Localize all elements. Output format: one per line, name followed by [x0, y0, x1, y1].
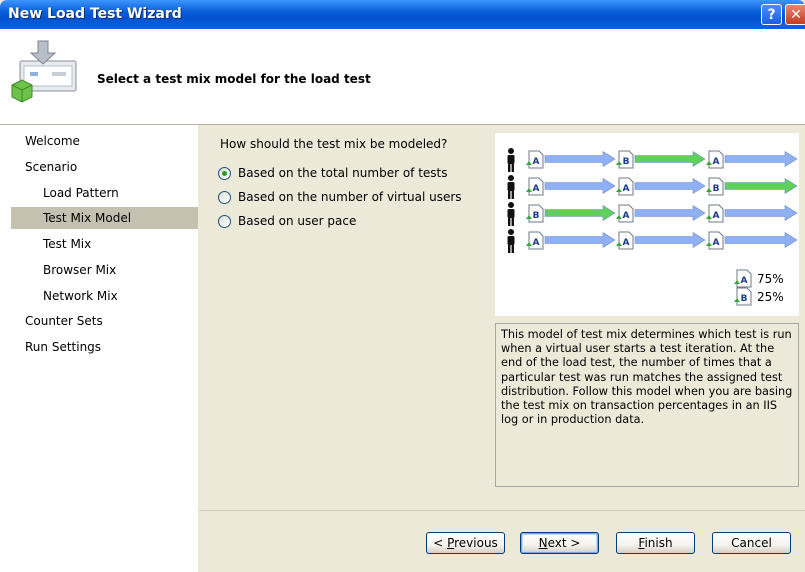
- sidebar-item-label: Counter Sets: [25, 314, 103, 328]
- test-letter: B: [623, 157, 630, 167]
- test-document-icon: A: [526, 150, 544, 169]
- page-title: Select a test mix model for the load tes…: [97, 72, 371, 86]
- finish-label: inish: [644, 536, 673, 550]
- legend-percent: 25%: [757, 290, 784, 304]
- blue-arrow: [634, 231, 706, 249]
- sidebar-item-network-mix[interactable]: Network Mix: [43, 285, 198, 307]
- virtual-user-icon: [507, 202, 515, 226]
- test-letter: A: [741, 276, 748, 286]
- title-bar[interactable]: New Load Test Wizard ? ✕: [0, 0, 805, 29]
- previous-label: revious: [454, 536, 498, 550]
- virtual-user-icon: [507, 148, 515, 172]
- sidebar-item-label: Welcome: [25, 134, 80, 148]
- test-letter: A: [533, 184, 540, 194]
- footer-divider: [199, 510, 805, 511]
- sidebar-item-test-mix-model[interactable]: Test Mix Model: [11, 207, 198, 229]
- sidebar-item-browser-mix[interactable]: Browser Mix: [43, 259, 198, 281]
- green-arrow: [544, 204, 616, 222]
- green-arrow: [634, 150, 706, 168]
- blue-arrow: [544, 177, 616, 195]
- test-letter: B: [713, 184, 720, 194]
- cancel-button[interactable]: Cancel: [712, 532, 791, 554]
- close-button[interactable]: ✕: [785, 4, 805, 25]
- sidebar-item-load-pattern[interactable]: Load Pattern: [43, 182, 198, 204]
- test-document-icon: A: [706, 231, 724, 250]
- sidebar-item-run-settings[interactable]: Run Settings: [25, 336, 198, 358]
- option-virtual-users[interactable]: Based on the number of virtual users: [218, 188, 462, 206]
- test-document-icon: A: [616, 177, 634, 196]
- test-mix-diagram: A B AA A BB A AA A AA 75%B 25%: [495, 133, 799, 316]
- test-letter: A: [713, 211, 720, 221]
- radio-button-checked[interactable]: [218, 166, 231, 180]
- sidebar-item-label: Test Mix: [43, 237, 92, 251]
- next-label: ext >: [547, 536, 581, 550]
- virtual-user-icon: [507, 229, 515, 253]
- sidebar-item-label: Scenario: [25, 160, 78, 174]
- legend: A 75% B 25%: [734, 269, 784, 306]
- test-letter: A: [623, 184, 630, 194]
- test-document-icon: A: [526, 231, 544, 250]
- help-button[interactable]: ?: [761, 4, 782, 25]
- sidebar-item-scenario[interactable]: Scenario: [25, 156, 198, 178]
- sidebar-item-label: Browser Mix: [43, 263, 117, 277]
- test-document-icon: B: [706, 177, 724, 196]
- legend-test-icon: B: [734, 287, 752, 306]
- previous-button[interactable]: < Previous: [426, 532, 505, 554]
- wizard-header: Select a test mix model for the load tes…: [0, 29, 805, 125]
- virtual-user-icon: [507, 175, 515, 199]
- legend-percent: 75%: [757, 272, 784, 286]
- test-document-icon: A: [706, 204, 724, 223]
- test-letter: A: [533, 157, 540, 167]
- option-label: Based on user pace: [238, 214, 357, 228]
- test-document-icon: A: [616, 204, 634, 223]
- test-letter: A: [623, 238, 630, 248]
- test-letter: A: [623, 211, 630, 221]
- model-description: This model of test mix determines which …: [495, 323, 799, 487]
- sidebar-item-label: Network Mix: [43, 289, 118, 303]
- blue-arrow: [634, 177, 706, 195]
- blue-arrow: [634, 204, 706, 222]
- legend-test-icon: A: [734, 269, 752, 288]
- window-title: New Load Test Wizard: [8, 6, 182, 22]
- sidebar-item-label: Load Pattern: [43, 186, 119, 200]
- blue-arrow: [724, 150, 798, 168]
- sidebar-item-counter-sets[interactable]: Counter Sets: [25, 310, 198, 332]
- test-letter: A: [533, 238, 540, 248]
- test-document-icon: A: [706, 150, 724, 169]
- sidebar-item-label: Test Mix Model: [43, 211, 132, 225]
- next-button[interactable]: Next >: [520, 532, 599, 554]
- load-test-wizard-icon: [11, 40, 77, 103]
- sidebar-item-test-mix[interactable]: Test Mix: [43, 233, 198, 255]
- blue-arrow: [724, 231, 798, 249]
- help-icon: ?: [767, 7, 776, 23]
- blue-arrow: [544, 231, 616, 249]
- test-letter: B: [741, 294, 748, 304]
- radio-button[interactable]: [218, 190, 231, 204]
- option-label: Based on the total number of tests: [238, 166, 448, 180]
- test-document-icon: A: [616, 231, 634, 250]
- test-letter: A: [713, 238, 720, 248]
- option-user-pace[interactable]: Based on user pace: [218, 212, 356, 230]
- previous-prefix: <: [433, 536, 448, 550]
- finish-button[interactable]: Finish: [616, 532, 695, 554]
- test-document-icon: A: [526, 177, 544, 196]
- test-letter: B: [533, 211, 540, 221]
- next-access-key: N: [538, 536, 548, 550]
- option-total-tests[interactable]: Based on the total number of tests: [218, 164, 448, 182]
- test-mix-question: How should the test mix be modeled?: [220, 137, 448, 151]
- radio-button[interactable]: [218, 214, 231, 228]
- option-label: Based on the number of virtual users: [238, 190, 462, 204]
- blue-arrow: [724, 204, 798, 222]
- green-arrow: [724, 177, 798, 195]
- test-document-icon: B: [616, 150, 634, 169]
- close-icon: ✕: [790, 7, 802, 23]
- test-document-icon: B: [526, 204, 544, 223]
- test-letter: A: [713, 157, 720, 167]
- sidebar-item-label: Run Settings: [25, 340, 102, 354]
- blue-arrow: [544, 150, 616, 168]
- sidebar-item-welcome[interactable]: Welcome: [25, 130, 198, 152]
